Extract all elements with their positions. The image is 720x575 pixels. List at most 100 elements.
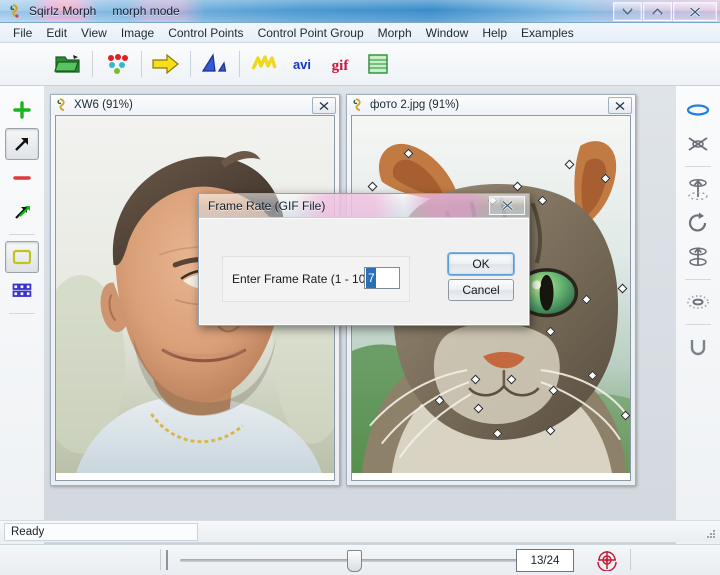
minimize-icon[interactable]	[613, 2, 642, 21]
control-point[interactable]	[404, 149, 411, 156]
warp-triangles-icon[interactable]	[197, 47, 233, 81]
slider-start-marker	[166, 550, 168, 570]
child-window-title: фото 2.jpg (91%)	[370, 99, 459, 111]
bottom-separator	[630, 549, 631, 570]
menu-morph[interactable]: Morph	[371, 24, 419, 42]
menu-file[interactable]: File	[6, 24, 39, 42]
menu-edit[interactable]: Edit	[39, 24, 74, 42]
frame-rate-dialog: Frame Rate (GIF File) Enter Frame Rate (…	[198, 193, 530, 326]
close-icon[interactable]	[312, 97, 336, 114]
target-icon[interactable]	[592, 548, 622, 572]
window-mode-label: morph mode	[112, 4, 179, 18]
add-point-icon[interactable]	[5, 94, 39, 126]
toolbar-separator	[141, 51, 142, 77]
sqirlz-icon	[8, 4, 24, 18]
child-titlebar: фото 2.jpg (91%)	[347, 95, 635, 115]
control-point[interactable]	[582, 295, 589, 302]
left-toolbar	[0, 86, 45, 551]
cancel-button[interactable]: Cancel	[448, 279, 514, 301]
open-folder-icon[interactable]	[50, 47, 86, 81]
control-point[interactable]	[493, 429, 500, 436]
svg-text:avi: avi	[293, 57, 311, 72]
menu-image[interactable]: Image	[114, 24, 161, 42]
close-icon[interactable]	[673, 2, 717, 21]
frame-counter[interactable]: 13/24	[516, 549, 574, 572]
control-point[interactable]	[588, 371, 595, 378]
menu-view[interactable]: View	[74, 24, 114, 42]
control-point[interactable]	[618, 284, 625, 291]
frame-slider[interactable]	[162, 549, 520, 571]
child-titlebar: XW6 (91%)	[51, 95, 339, 115]
status-text: Ready	[4, 523, 198, 541]
close-icon[interactable]	[489, 196, 525, 215]
resize-grip-icon[interactable]	[705, 528, 717, 540]
frame-bar: 13/24	[0, 544, 720, 575]
control-point[interactable]	[513, 182, 520, 189]
rise-icon[interactable]	[681, 173, 715, 205]
right-toolbar	[675, 86, 720, 551]
control-point[interactable]	[546, 426, 553, 433]
sqirlz-icon	[352, 98, 366, 112]
flash-icon[interactable]	[246, 47, 282, 81]
control-point[interactable]	[546, 327, 553, 334]
menu-control-points[interactable]: Control Points	[161, 24, 250, 42]
child-window-title: XW6 (91%)	[74, 99, 133, 111]
toolbar-separator	[92, 51, 93, 77]
close-icon[interactable]	[608, 97, 632, 114]
control-point[interactable]	[435, 396, 442, 403]
menu-window[interactable]: Window	[419, 24, 476, 42]
control-point[interactable]	[368, 182, 375, 189]
menu-control-point-group[interactable]: Control Point Group	[251, 24, 371, 42]
toolbar-separator	[9, 313, 35, 314]
frame-rate-value: 7	[366, 268, 376, 288]
window-title: Sqirlz Morph	[29, 4, 96, 18]
main-toolbar: avi gif	[0, 43, 720, 86]
yellow-arrow-icon[interactable]	[148, 47, 184, 81]
dialog-body: Enter Frame Rate (1 - 100) 7 OK Cancel	[199, 218, 529, 325]
frames-icon[interactable]	[360, 47, 396, 81]
toolbar-separator	[239, 51, 240, 77]
control-point[interactable]	[621, 411, 628, 418]
menu-examples[interactable]: Examples	[514, 24, 581, 42]
dialog-title: Frame Rate (GIF File)	[208, 199, 325, 213]
grid-points-icon[interactable]	[5, 275, 39, 307]
menu-help[interactable]: Help	[475, 24, 514, 42]
u-shape-icon[interactable]	[681, 331, 715, 363]
bowtie-icon[interactable]	[681, 128, 715, 160]
frame-rate-input[interactable]: 7	[364, 267, 400, 289]
frame-rate-label: Enter Frame Rate (1 - 100)	[232, 272, 376, 286]
control-point[interactable]	[601, 174, 608, 181]
rotate-icon[interactable]	[681, 207, 715, 239]
gif-icon[interactable]: gif	[322, 47, 358, 81]
control-points-icon[interactable]	[99, 47, 135, 81]
spiral-rise-icon[interactable]	[681, 241, 715, 273]
delete-point-icon[interactable]	[5, 162, 39, 194]
rectangle-select-icon[interactable]	[5, 241, 39, 273]
toolbar-separator	[190, 51, 191, 77]
ok-button[interactable]: OK	[448, 253, 514, 275]
menubar: File Edit View Image Control Points Cont…	[0, 23, 720, 43]
control-point[interactable]	[549, 386, 556, 393]
control-point[interactable]	[471, 375, 478, 382]
toolbar-separator	[685, 166, 711, 167]
toolbar-separator	[685, 324, 711, 325]
dotted-circle-icon[interactable]	[681, 286, 715, 318]
ellipse-icon[interactable]	[681, 94, 715, 126]
window-titlebar: Sqirlz Morph morph mode	[0, 0, 720, 23]
control-point[interactable]	[565, 160, 572, 167]
avi-icon[interactable]: avi	[284, 47, 320, 81]
toolbar-separator	[9, 234, 35, 235]
move-all-points-icon[interactable]	[5, 196, 39, 228]
sqirlz-icon	[56, 98, 70, 112]
slider-thumb[interactable]	[347, 550, 362, 572]
move-point-icon[interactable]	[5, 128, 39, 160]
maximize-icon[interactable]	[643, 2, 672, 21]
toolbar-separator	[685, 279, 711, 280]
control-point[interactable]	[538, 196, 545, 203]
statusbar: Ready	[0, 520, 720, 542]
bottom-separator	[160, 549, 161, 570]
control-point[interactable]	[474, 404, 481, 411]
window-controls	[613, 2, 717, 21]
svg-text:gif: gif	[332, 58, 350, 74]
control-point[interactable]	[507, 375, 514, 382]
